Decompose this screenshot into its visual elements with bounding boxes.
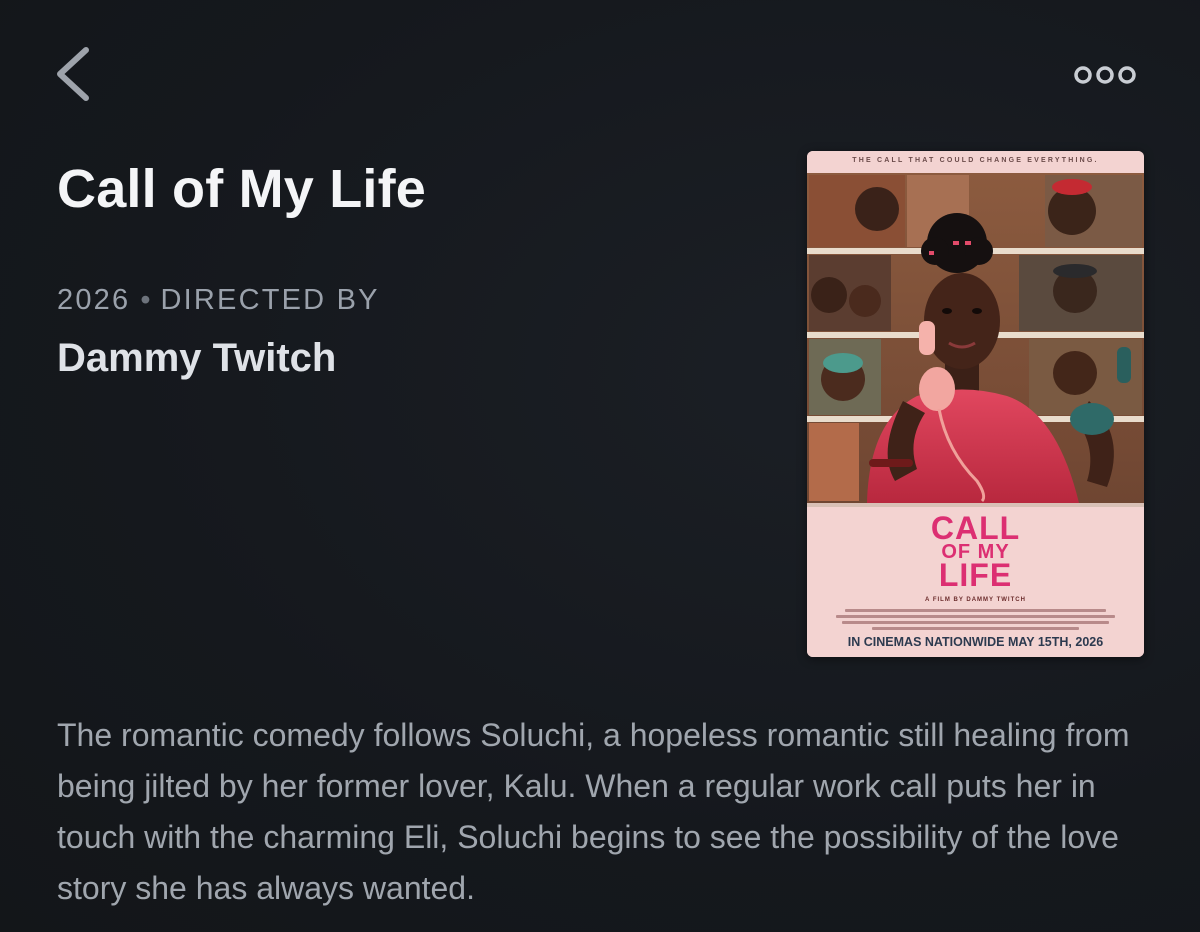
more-options-button[interactable] [1068,56,1150,96]
poster-release-date: IN CINEMAS NATIONWIDE MAY 15TH, 2026 [847,635,1104,649]
release-year: 2026 [57,284,131,316]
poster-title-line3: LIFE [938,557,1013,593]
poster-credit: A FILM BY DAMMY TWITCH [925,597,1026,603]
director-link[interactable]: Dammy Twitch [57,336,336,381]
chevron-left-icon [57,47,89,101]
poster-billing-block [827,609,1124,633]
meta-separator: • [140,284,151,316]
movie-description: The romantic comedy follows Soluchi, a h… [57,717,1130,906]
poster-title-line1: CALL [930,510,1021,546]
movie-title: Call of My Life [57,159,427,219]
movie-meta: 2026 • DIRECTED BY [57,284,380,317]
back-button[interactable] [48,40,104,110]
movie-poster[interactable]: THE CALL THAT COULD CHANGE EVERYTHING. C… [807,151,1144,657]
movie-detail-screen: Call of My Life 2026 • DIRECTED BY Dammy T… [0,0,1200,932]
directed-by-label: DIRECTED BY [160,284,380,316]
poster-title: CALL OF MY LIFE [807,510,1144,593]
poster-tagline: THE CALL THAT COULD CHANGE EVERYTHING. [852,157,1099,164]
more-horizontal-icon [1074,66,1136,84]
